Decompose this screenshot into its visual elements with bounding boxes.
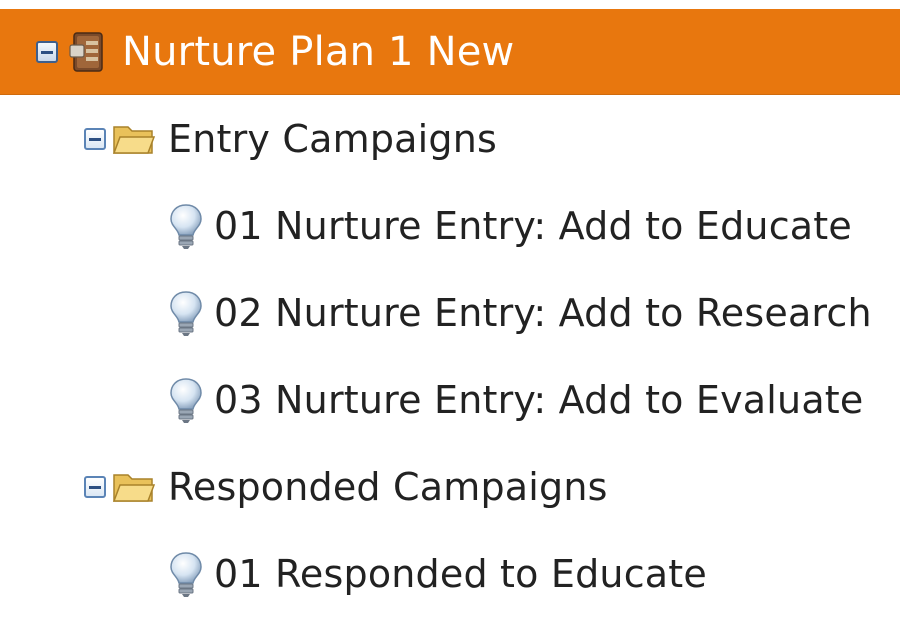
tree-item-campaign[interactable]: 01 Nurture Entry: Add to Educate — [0, 183, 852, 269]
tree-folder-entry-campaigns[interactable]: Entry Campaigns — [0, 96, 497, 182]
collapse-toggle-icon[interactable] — [84, 476, 106, 498]
lightbulb-icon — [170, 378, 202, 423]
tree-item-label: 02 Nurture Entry: Add to Research — [214, 291, 872, 335]
lightbulb-icon — [170, 204, 202, 249]
tree-item-campaign[interactable]: 01 Responded to Educate — [0, 531, 707, 617]
tree-folder-responded-campaigns[interactable]: Responded Campaigns — [0, 444, 608, 530]
lightbulb-icon — [170, 552, 202, 597]
tree-item-campaign[interactable]: 02 Nurture Entry: Add to Research — [0, 270, 872, 356]
tree-folder-label: Entry Campaigns — [168, 117, 497, 161]
tree-item-label: 01 Nurture Entry: Add to Educate — [214, 204, 852, 248]
folder-open-icon — [112, 474, 156, 502]
tree-item-campaign[interactable]: 03 Nurture Entry: Add to Evaluate — [0, 357, 863, 443]
collapse-toggle-icon[interactable] — [36, 41, 58, 63]
tree-node-label: Nurture Plan 1 New — [122, 29, 515, 75]
lightbulb-icon — [170, 291, 202, 336]
folder-open-icon — [112, 126, 156, 154]
tree-item-label: 01 Responded to Educate — [214, 552, 707, 596]
collapse-toggle-icon[interactable] — [84, 128, 106, 150]
tree-item-label: 03 Nurture Entry: Add to Evaluate — [214, 378, 864, 422]
program-tree: Nurture Plan 1 New Entry Campaigns 01 Nu — [0, 0, 900, 619]
program-icon — [69, 32, 103, 72]
tree-folder-label: Responded Campaigns — [168, 465, 608, 509]
tree-node-nurture-plan[interactable]: Nurture Plan 1 New — [0, 9, 900, 95]
